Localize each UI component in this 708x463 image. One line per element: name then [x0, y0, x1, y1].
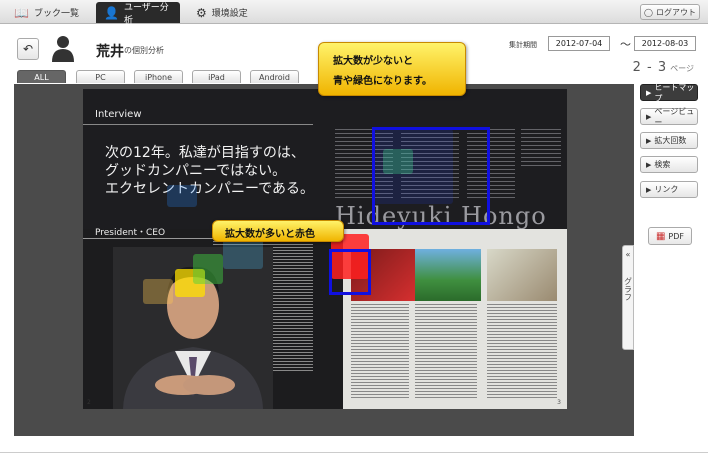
photo-thumbnail: [487, 249, 557, 301]
chevron-left-icon: «: [625, 250, 631, 259]
user-name: 荒井: [96, 44, 124, 60]
high-zoom-highlight-box: [329, 249, 371, 295]
callout-text: 青や緑色になります。: [333, 76, 432, 87]
heat-spot-orange: [143, 279, 173, 304]
avatar: [52, 36, 74, 62]
magazine-spread: Interview 次の12年。私達が目指すのは、 グッドカンパニーではない。 …: [83, 89, 567, 409]
logout-label: ログアウト: [655, 7, 696, 17]
page-range: 2 - 3 ページ: [633, 60, 694, 75]
headline-line: グッドカンパニーではない。: [105, 163, 287, 179]
pdf-button[interactable]: ▦ PDF: [648, 227, 692, 245]
article-text-block: [351, 304, 409, 399]
graph-panel-toggle[interactable]: « グラフ: [622, 245, 634, 350]
callout-low-zoom: 拡大数が少ないと 青や緑色になります。: [318, 42, 466, 96]
start-date-input[interactable]: 2012-07-04: [548, 36, 610, 51]
heat-spot-cyan: [223, 239, 263, 269]
arrow-right-icon: ▶: [646, 112, 652, 121]
device-tab-pc[interactable]: PC: [76, 70, 125, 83]
button-label: 拡大回数: [654, 136, 687, 145]
logout-icon: ◯: [644, 7, 653, 17]
user-icon: 👤: [104, 5, 119, 20]
headline-line: エクセレントカンパニーである。: [105, 181, 315, 197]
tab-book-list[interactable]: 📖 ブック一覧: [6, 2, 87, 23]
link-button[interactable]: ▶ リンク: [640, 181, 698, 198]
headline-line: 次の12年。私達が目指すのは、: [105, 145, 305, 161]
callout-text: 拡大数が少ないと: [333, 56, 413, 67]
pdf-label: PDF: [668, 231, 685, 241]
button-label: ヒートマップ: [654, 82, 695, 103]
tab-user-analysis[interactable]: 👤 ユーザー分析: [96, 2, 180, 26]
gear-icon: ⚙: [196, 5, 207, 20]
graph-tab-label: グラフ: [623, 277, 633, 301]
callout-high-zoom: 拡大数が多いと赤色: [212, 220, 344, 242]
heatmap-button[interactable]: ▶ ヒートマップ: [640, 82, 698, 103]
article-text-block: [415, 304, 477, 399]
arrow-right-icon: ▶: [646, 185, 652, 194]
section-label-interview: Interview: [83, 109, 313, 125]
heat-spot-blue: [167, 185, 197, 207]
button-label: リンク: [654, 185, 679, 194]
page-range-value: 2 - 3: [632, 60, 668, 75]
button-label: 検索: [654, 160, 671, 169]
callout-text: 拡大数が多いと赤色: [225, 229, 315, 240]
article-text-block: [521, 129, 561, 169]
back-arrow-icon: ↶: [22, 42, 34, 56]
tab-settings[interactable]: ⚙ 環境設定: [188, 2, 256, 23]
divider: [0, 452, 708, 453]
period-label: 集計期間: [509, 41, 537, 49]
pageview-button[interactable]: ▶ ページビュー: [640, 106, 698, 127]
top-nav-bar: 📖 ブック一覧 👤 ユーザー分析 ⚙ 環境設定 ◯ ログアウト: [0, 0, 708, 26]
arrow-right-icon: ▶: [646, 160, 652, 169]
arrow-right-icon: ▶: [646, 136, 652, 145]
page-range-unit: ページ: [670, 64, 694, 73]
heat-spot-green: [193, 254, 223, 284]
zoom-count-button[interactable]: ▶ 拡大回数: [640, 132, 698, 149]
date-separator: ～: [620, 38, 631, 51]
device-tab-all[interactable]: ALL: [17, 70, 66, 83]
pdf-icon: ▦: [655, 230, 666, 242]
search-button[interactable]: ▶ 検索: [640, 156, 698, 173]
back-button[interactable]: ↶: [17, 38, 39, 60]
page-number-right: 3: [557, 399, 561, 406]
article-text-block: [487, 304, 557, 399]
book-icon: 📖: [14, 5, 29, 20]
tab-label: ユーザー分析: [123, 2, 169, 26]
device-tab-ipad[interactable]: iPad: [192, 70, 241, 83]
user-subtitle: の個別分析: [124, 46, 164, 55]
low-zoom-highlight-box: [372, 127, 490, 225]
photo-thumbnail: [415, 249, 481, 301]
tab-label: ブック一覧: [33, 9, 79, 19]
magazine-headline: 次の12年。私達が目指すのは、 グッドカンパニーではない。 エクセレントカンパニ…: [105, 144, 314, 198]
button-label: ページビュー: [654, 106, 695, 127]
logout-button[interactable]: ◯ ログアウト: [640, 4, 700, 20]
page-number-left: 2: [87, 399, 91, 406]
device-tab-iphone[interactable]: iPhone: [134, 70, 183, 83]
device-tab-android[interactable]: Android: [250, 70, 299, 83]
arrow-right-icon: ▶: [646, 88, 652, 97]
tab-label: 環境設定: [211, 9, 248, 19]
end-date-input[interactable]: 2012-08-03: [634, 36, 696, 51]
